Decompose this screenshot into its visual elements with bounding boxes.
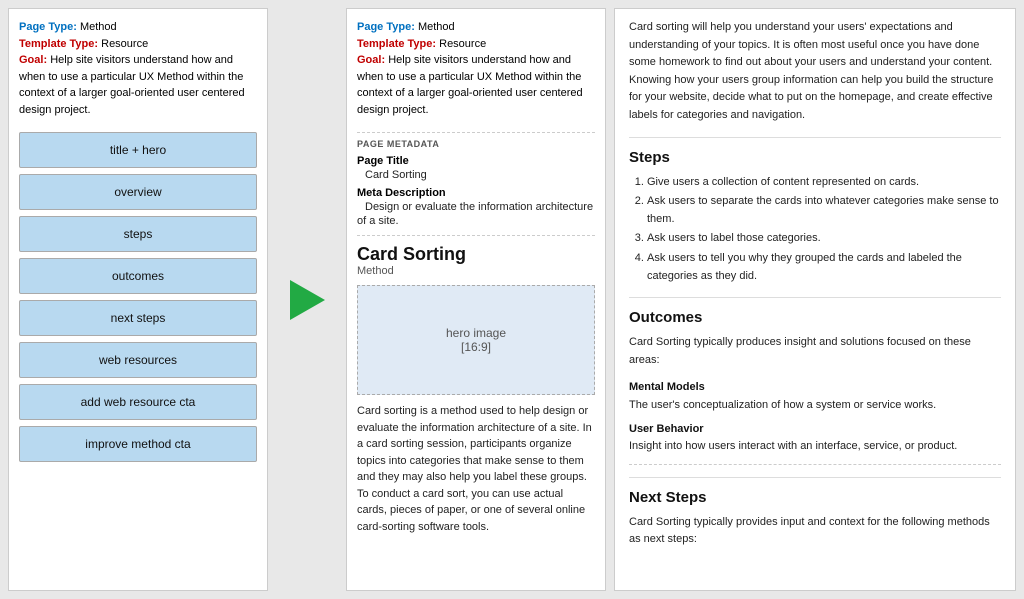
middle-goal-label: Goal: [357, 54, 385, 66]
outcome-item: Mental ModelsThe user's conceptualizatio… [629, 379, 1001, 414]
meta-desc-key: Meta Description [357, 187, 446, 199]
step-item: Ask users to tell you why they grouped t… [647, 250, 1001, 285]
hero-placeholder-text: hero image [446, 326, 506, 340]
nav-item[interactable]: next steps [19, 300, 257, 336]
template-type-value: Resource [101, 38, 148, 50]
outcome-sub-text: The user's conceptualization of how a sy… [629, 397, 1001, 415]
page-title-val: Card Sorting [365, 169, 427, 181]
nav-item[interactable]: improve method cta [19, 426, 257, 462]
steps-list: Give users a collection of content repre… [647, 174, 1001, 286]
page-title-field: Page Title Card Sorting [357, 153, 595, 181]
arrow-area [272, 0, 342, 599]
left-meta: Page Type: Method Template Type: Resourc… [19, 19, 257, 118]
nav-item[interactable]: add web resource cta [19, 384, 257, 420]
outcome-sub-title: User Behavior [629, 421, 1001, 439]
card-type: Method [357, 265, 595, 277]
outcome-sub-text: Insight into how users interact with an … [629, 438, 1001, 456]
arrow-right-icon [290, 280, 325, 320]
next-steps-text: Card Sorting typically provides input an… [629, 514, 1001, 549]
outcome-sub-title: Mental Models [629, 379, 1001, 397]
card-title: Card Sorting [357, 244, 595, 265]
page-title-key: Page Title [357, 155, 409, 167]
next-steps-title: Next Steps [629, 477, 1001, 510]
step-item: Give users a collection of content repre… [647, 174, 1001, 192]
meta-desc-val: Design or evaluate the information archi… [357, 201, 593, 227]
goal-value: Help site visitors understand how and wh… [19, 54, 245, 116]
nav-item[interactable]: web resources [19, 342, 257, 378]
outcomes-intro: Card Sorting typically produces insight … [629, 334, 1001, 369]
middle-panel: Page Type: Method Template Type: Resourc… [346, 8, 606, 591]
outcome-item: User BehaviorInsight into how users inte… [629, 421, 1001, 456]
nav-item[interactable]: outcomes [19, 258, 257, 294]
steps-title: Steps [629, 137, 1001, 170]
nav-item[interactable]: title + hero [19, 132, 257, 168]
nav-item[interactable]: overview [19, 174, 257, 210]
middle-template-type-value: Resource [439, 38, 486, 50]
nav-item[interactable]: steps [19, 216, 257, 252]
step-item: Ask users to separate the cards into wha… [647, 193, 1001, 228]
right-panel: Card sorting will help you understand yo… [614, 8, 1016, 591]
outcome-items: Mental ModelsThe user's conceptualizatio… [629, 379, 1001, 455]
intro-paragraph: Card sorting will help you understand yo… [629, 19, 1001, 125]
outcomes-title: Outcomes [629, 297, 1001, 330]
nav-items: title + hero overview steps outcomes next st… [19, 132, 257, 462]
hero-placeholder: hero image [16:9] [357, 285, 595, 395]
template-type-label: Template Type: [19, 38, 98, 50]
page-metadata-label: PAGE METADATA [357, 132, 595, 149]
middle-meta: Page Type: Method Template Type: Resourc… [357, 19, 595, 118]
middle-template-type-label: Template Type: [357, 38, 436, 50]
step-item: Ask users to label those categories. [647, 230, 1001, 248]
meta-desc-field: Meta Description Design or evaluate the … [357, 185, 595, 227]
middle-page-type-label: Page Type: [357, 21, 415, 33]
page-type-label: Page Type: [19, 21, 77, 33]
goal-label: Goal: [19, 54, 47, 66]
page-type-value: Method [80, 21, 117, 33]
left-panel: Page Type: Method Template Type: Resourc… [8, 8, 268, 591]
hero-ratio: [16:9] [461, 340, 491, 354]
middle-goal-value: Help site visitors understand how and wh… [357, 54, 583, 116]
card-body-text: Card sorting is a method used to help de… [357, 403, 595, 535]
middle-page-type-value: Method [418, 21, 455, 33]
